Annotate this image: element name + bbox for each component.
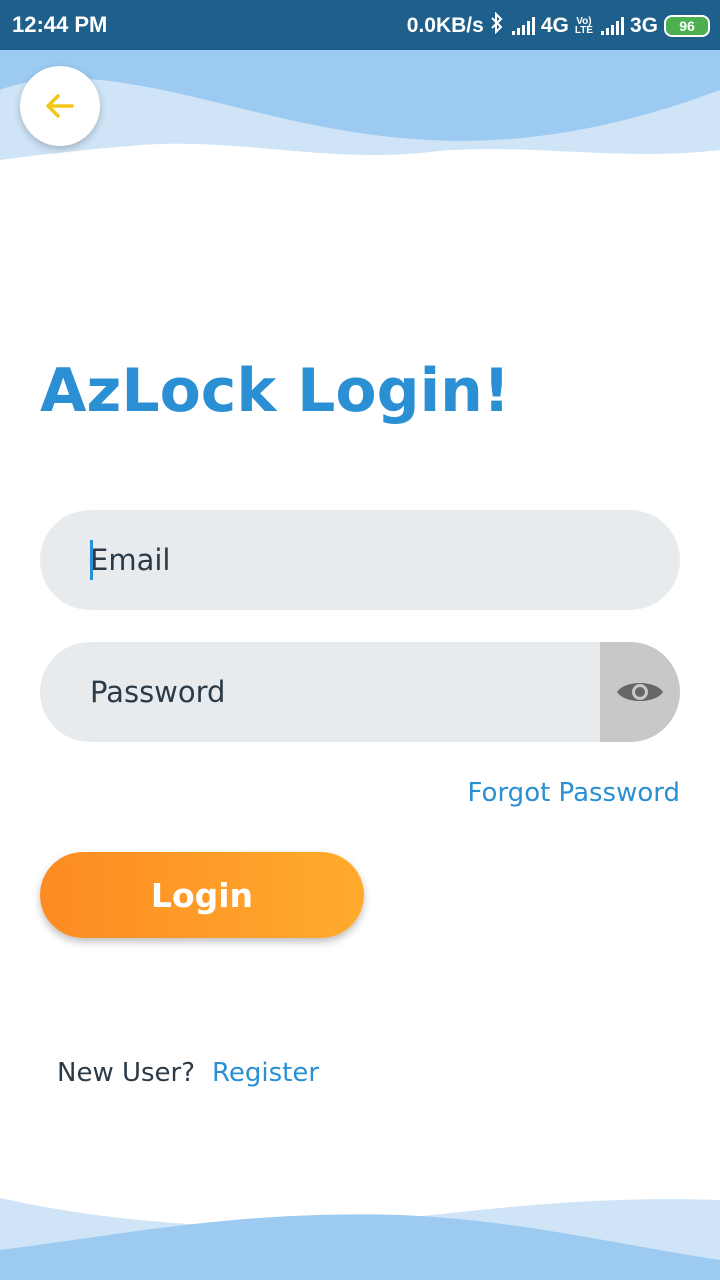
page-title: AzLock Login! [40,356,511,426]
status-bar: 12:44 PM 0.0KB/s 4G Vo) LTE 3G 96 [0,0,720,50]
signal-icon [510,17,535,35]
register-link[interactable]: Register [212,1058,319,1088]
network-speed: 0.0KB/s [406,14,484,37]
signal-icon-2 [599,17,624,35]
email-field[interactable] [40,510,680,610]
password-visibility-toggle[interactable] [600,642,680,742]
top-wave-decoration [0,50,720,160]
arrow-left-icon [46,94,74,118]
new-user-label: New User? [57,1058,196,1088]
network-type-1: 4G [540,14,569,37]
bottom-wave-decoration [0,1198,720,1280]
text-cursor [90,540,93,580]
volte-icon: Vo) LTE [574,16,593,36]
battery-icon: 96 [664,15,710,37]
login-button[interactable]: Login [40,852,364,938]
status-indicators: 0.0KB/s 4G Vo) LTE 3G 96 [401,11,710,40]
email-input[interactable] [90,510,590,610]
password-input[interactable] [90,642,590,742]
forgot-password-link[interactable]: Forgot Password [468,778,680,808]
network-type-2: 3G [629,14,658,37]
eye-icon [617,683,663,701]
bluetooth-icon [490,11,504,40]
password-field[interactable] [40,642,680,742]
status-time: 12:44 PM [12,12,108,37]
back-button[interactable] [20,66,100,146]
